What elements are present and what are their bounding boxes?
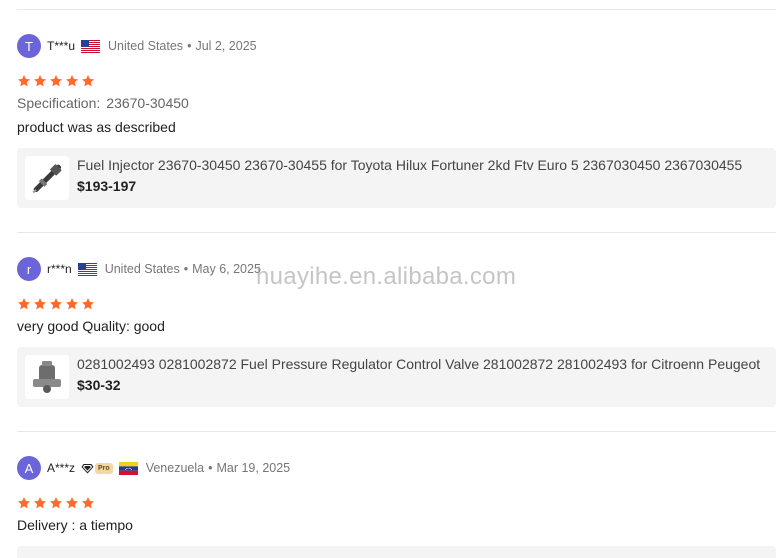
review-meta: United States • May 6, 2025 [104,262,261,276]
reviewer-name: A***z [47,461,76,475]
review-meta: United States • Jul 2, 2025 [108,39,257,53]
diamond-icon [81,463,94,473]
us-flag-icon [81,40,100,53]
star-icon [49,74,63,88]
star-rating [17,74,95,88]
review-divider [17,232,776,233]
star-rating [17,496,95,510]
product-price: $30-32 [77,377,121,393]
review-text: product was as described [17,119,176,135]
pro-label: Pro [95,462,113,474]
review-date: May 6, 2025 [192,262,261,276]
star-icon [81,496,95,510]
avatar: T [17,34,41,58]
review-divider [17,431,776,432]
product-card[interactable]: Fuel Injector 23670-30450 23670-30455 fo… [17,148,776,208]
star-icon [33,297,47,311]
product-image[interactable] [25,355,69,399]
specification: Specification: 23670-30450 [17,95,189,111]
star-icon [65,74,79,88]
review-header: A A***z Pro Venezuela • Mar 19, 2025 [17,456,290,480]
spec-value: 23670-30450 [106,95,189,111]
star-icon [17,74,31,88]
star-icon [49,496,63,510]
star-icon [17,496,31,510]
pro-badge: Pro [81,462,113,474]
review-header: T T***u United States • Jul 2, 2025 [17,34,257,58]
star-icon [81,297,95,311]
spec-label: Specification: [17,95,101,111]
avatar: A [17,456,41,480]
venezuela-flag-icon [119,462,138,475]
product-card[interactable]: 0281002493 0281002872 Fuel Pressure Regu… [17,347,776,407]
product-title[interactable]: 0281002493 0281002872 Fuel Pressure Regu… [77,356,760,372]
review-text: Delivery : a tiempo [17,517,133,533]
review-header: r r***n United States • May 6, 2025 [17,257,261,281]
product-card[interactable] [17,546,776,558]
review-item: A A***z Pro Venezuela • Mar 19, 2025 Deliv… [17,456,776,558]
star-icon [65,297,79,311]
review-text: very good Quality: good [17,318,165,334]
product-image[interactable] [25,156,69,200]
product-title[interactable]: Fuel Injector 23670-30450 23670-30455 fo… [77,157,742,173]
product-price: $193-197 [77,178,137,194]
reviewer-name: r***n [47,262,72,276]
country-label: United States [104,262,180,276]
review-date: Jul 2, 2025 [195,39,257,53]
review-date: Mar 19, 2025 [216,461,291,475]
star-icon [81,74,95,88]
reviewer-name: T***u [47,39,76,53]
star-icon [33,74,47,88]
review-meta: Venezuela • Mar 19, 2025 [145,461,291,475]
avatar: r [17,257,41,281]
watermark: huayihe.en.alibaba.com [256,263,517,290]
star-icon [49,297,63,311]
star-icon [33,496,47,510]
star-icon [17,297,31,311]
country-label: United States [108,39,184,53]
top-divider [17,9,776,10]
country-label: Venezuela [145,461,205,475]
review-item: T T***u United States • Jul 2, 2025 Specif… [17,34,776,210]
star-icon [65,496,79,510]
us-flag-icon [78,263,97,276]
star-rating [17,297,95,311]
